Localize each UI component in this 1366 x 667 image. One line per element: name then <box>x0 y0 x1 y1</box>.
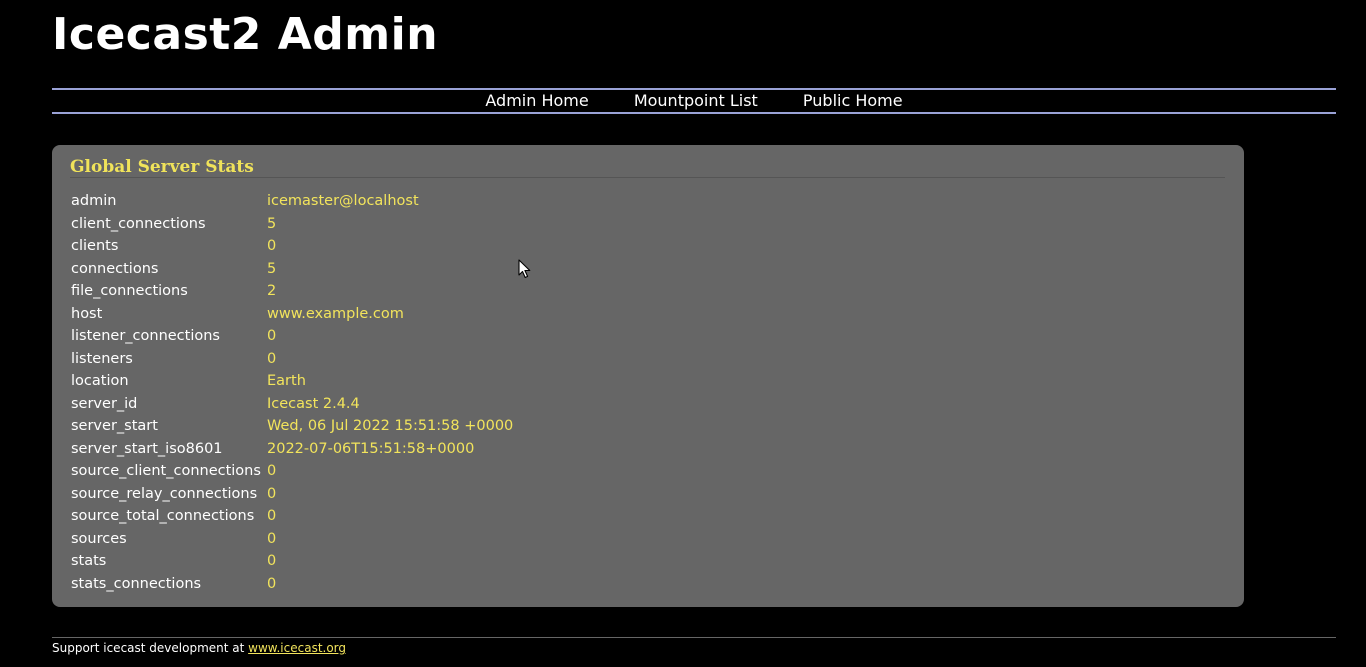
footer: Support icecast development at www.iceca… <box>52 637 1336 657</box>
stat-key: location <box>71 373 129 389</box>
stat-key: stats <box>71 553 107 569</box>
stat-value: 0 <box>267 350 277 367</box>
stat-key: host <box>71 305 103 322</box>
stat-row: admin icemaster@localhost <box>71 190 513 213</box>
stat-value: 0 <box>267 463 277 479</box>
footer-text: Support icecast development at <box>52 641 249 655</box>
stat-row: stats_connections 0 <box>71 573 513 596</box>
stat-row: host www.example.com <box>71 303 513 326</box>
stat-value: 0 <box>267 485 277 502</box>
stat-row: server_id Icecast 2.4.4 <box>71 393 513 416</box>
stats-table-body: admin icemaster@localhost client_connectio… <box>71 190 513 595</box>
stat-row: server_start_iso8601 2022-07-06T15:51:58+… <box>71 438 513 461</box>
stat-key: server_start <box>71 418 158 434</box>
stat-key: listeners <box>71 350 133 367</box>
stat-row: sources 0 <box>71 528 513 551</box>
stat-value: 0 <box>267 328 277 344</box>
stat-key: connections <box>71 260 159 277</box>
main-nav: Admin Home Mountpoint List Public Home <box>52 88 1336 114</box>
global-server-stats-panel: Global Server Stats admin icemaster@local… <box>52 145 1244 607</box>
stat-key: listener_connections <box>71 328 220 344</box>
stat-key: sources <box>71 530 127 547</box>
stat-row: client_connections 5 <box>71 213 513 236</box>
stat-key: source_relay_connections <box>71 485 258 502</box>
stat-row: connections 5 <box>71 258 513 281</box>
stat-key: clients <box>71 238 119 254</box>
stat-value: 0 <box>267 553 277 569</box>
icecast-website-link[interactable]: www.icecast.org <box>248 641 346 655</box>
stat-row: server_start Wed, 06 Jul 2022 15:51:58 +0… <box>71 415 513 438</box>
stat-key: source_total_connections <box>71 508 255 524</box>
stat-value: Wed, 06 Jul 2022 15:51:58 +0000 <box>267 418 514 434</box>
stat-key: stats_connections <box>71 575 202 592</box>
stat-value: 2022-07-06T15:51:58+0000 <box>267 440 475 457</box>
stat-value: 5 <box>267 215 277 232</box>
stat-key: file_connections <box>71 283 188 299</box>
page-title: Icecast2 Admin <box>52 9 439 60</box>
stat-key: admin <box>71 193 117 209</box>
stat-key: client_connections <box>71 215 206 232</box>
stat-value: www.example.com <box>267 305 404 322</box>
panel-title: Global Server Stats <box>70 157 1225 178</box>
stat-row: source_client_connections 0 <box>71 460 513 483</box>
stat-value: 0 <box>267 238 277 254</box>
stat-value: icemaster@localhost <box>267 193 419 209</box>
stat-row: source_relay_connections 0 <box>71 483 513 506</box>
stat-value: Icecast 2.4.4 <box>267 395 360 412</box>
stat-row: source_total_connections 0 <box>71 505 513 528</box>
stat-row: stats 0 <box>71 550 513 573</box>
stat-value: Earth <box>267 373 306 389</box>
stat-key: source_client_connections <box>71 463 261 479</box>
stat-value: 5 <box>267 260 277 277</box>
stat-key: server_start_iso8601 <box>71 440 223 457</box>
stats-table: admin icemaster@localhost client_connectio… <box>71 190 513 595</box>
stat-value: 0 <box>267 575 277 592</box>
stat-value: 2 <box>267 283 277 299</box>
mouse-pointer-icon <box>518 259 531 279</box>
stat-value: 0 <box>267 530 277 547</box>
stat-row: file_connections 2 <box>71 280 513 303</box>
stat-value: 0 <box>267 508 277 524</box>
stat-row: listener_connections 0 <box>71 325 513 348</box>
nav-mountpoint-list-link[interactable]: Mountpoint List <box>634 91 758 110</box>
nav-admin-home-link[interactable]: Admin Home <box>485 91 588 110</box>
stat-key: server_id <box>71 395 138 412</box>
stat-row: location Earth <box>71 370 513 393</box>
stat-row: clients 0 <box>71 235 513 258</box>
nav-public-home-link[interactable]: Public Home <box>803 91 903 110</box>
stat-row: listeners 0 <box>71 348 513 371</box>
